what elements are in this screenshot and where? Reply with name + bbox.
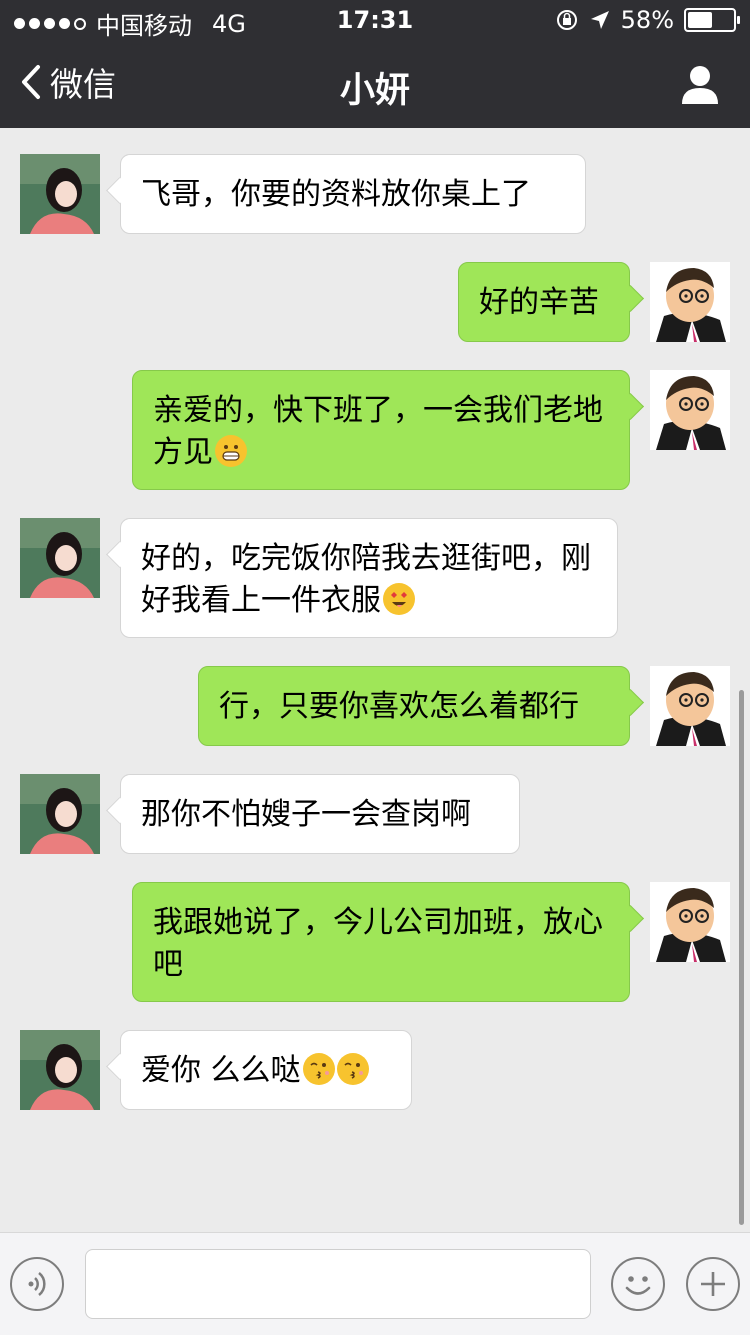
emoji-button[interactable] bbox=[611, 1257, 665, 1311]
header: 中国移动 4G 17:31 58% 微信 小妍 bbox=[0, 0, 750, 128]
avatar-contact[interactable] bbox=[20, 518, 100, 598]
grinning-face-emoji bbox=[215, 435, 247, 467]
orientation-lock-icon bbox=[556, 10, 577, 30]
message-input[interactable] bbox=[85, 1249, 591, 1319]
nav-bar: 微信 小妍 bbox=[0, 40, 750, 128]
chat-title: 小妍 bbox=[339, 71, 410, 111]
avatar-self[interactable] bbox=[650, 370, 730, 450]
avatar-contact[interactable] bbox=[20, 774, 100, 854]
scrollbar[interactable] bbox=[739, 690, 744, 1225]
message-text: 爱你 么么哒 bbox=[141, 1053, 301, 1088]
message-bubble-outgoing[interactable]: 我跟她说了，今儿公司加班，放心吧 bbox=[132, 882, 630, 1002]
message-text: 好的辛苦 bbox=[479, 285, 599, 320]
battery-percent: 58% bbox=[620, 6, 674, 34]
message-text: 那你不怕嫂子一会查岗啊 bbox=[141, 797, 471, 832]
input-bar bbox=[0, 1232, 750, 1335]
message-bubble-outgoing[interactable]: 行，只要你喜欢怎么着都行 bbox=[198, 666, 630, 746]
message-text: 飞哥，你要的资料放你桌上了 bbox=[141, 177, 531, 212]
location-arrow-icon bbox=[590, 11, 609, 29]
message-text: 我跟她说了，今儿公司加班，放心吧 bbox=[153, 905, 603, 982]
message-bubble-incoming[interactable]: 好的，吃完饭你陪我去逛街吧，刚好我看上一件衣服 bbox=[120, 518, 618, 638]
status-bar: 中国移动 4G 17:31 58% bbox=[0, 0, 750, 40]
message-bubble-incoming[interactable]: 飞哥，你要的资料放你桌上了 bbox=[120, 154, 586, 234]
message-bubble-incoming[interactable]: 爱你 么么哒 bbox=[120, 1030, 412, 1110]
message-text: 好的，吃完饭你陪我去逛街吧，刚好我看上一件衣服 bbox=[141, 541, 591, 618]
avatar-contact[interactable] bbox=[20, 1030, 100, 1110]
avatar-self[interactable] bbox=[650, 666, 730, 746]
smiley-icon bbox=[625, 1276, 651, 1295]
battery-icon bbox=[684, 8, 740, 32]
message-bubble-outgoing[interactable]: 亲爱的，快下班了，一会我们老地方见 bbox=[132, 370, 630, 490]
voice-icon bbox=[28, 1272, 46, 1296]
plus-button[interactable] bbox=[686, 1257, 740, 1311]
message-bubble-outgoing[interactable]: 好的辛苦 bbox=[458, 262, 630, 342]
plus-icon bbox=[701, 1272, 725, 1296]
message-text: 行，只要你喜欢怎么着都行 bbox=[219, 689, 579, 724]
avatar-self[interactable] bbox=[650, 262, 730, 342]
avatar-self[interactable] bbox=[650, 882, 730, 962]
heart-eyes-emoji bbox=[383, 583, 415, 615]
message-bubble-incoming[interactable]: 那你不怕嫂子一会查岗啊 bbox=[120, 774, 520, 854]
kissing-face-emoji bbox=[302, 1053, 335, 1085]
kissing-face-emoji bbox=[336, 1053, 369, 1085]
chat-area[interactable]: 飞哥，你要的资料放你桌上了 好的辛苦 亲爱的，快下班了，一会我们老地方见 好的，… bbox=[0, 128, 750, 1232]
avatar-contact[interactable] bbox=[20, 154, 100, 234]
person-icon[interactable] bbox=[680, 64, 720, 104]
voice-button[interactable] bbox=[10, 1257, 64, 1311]
